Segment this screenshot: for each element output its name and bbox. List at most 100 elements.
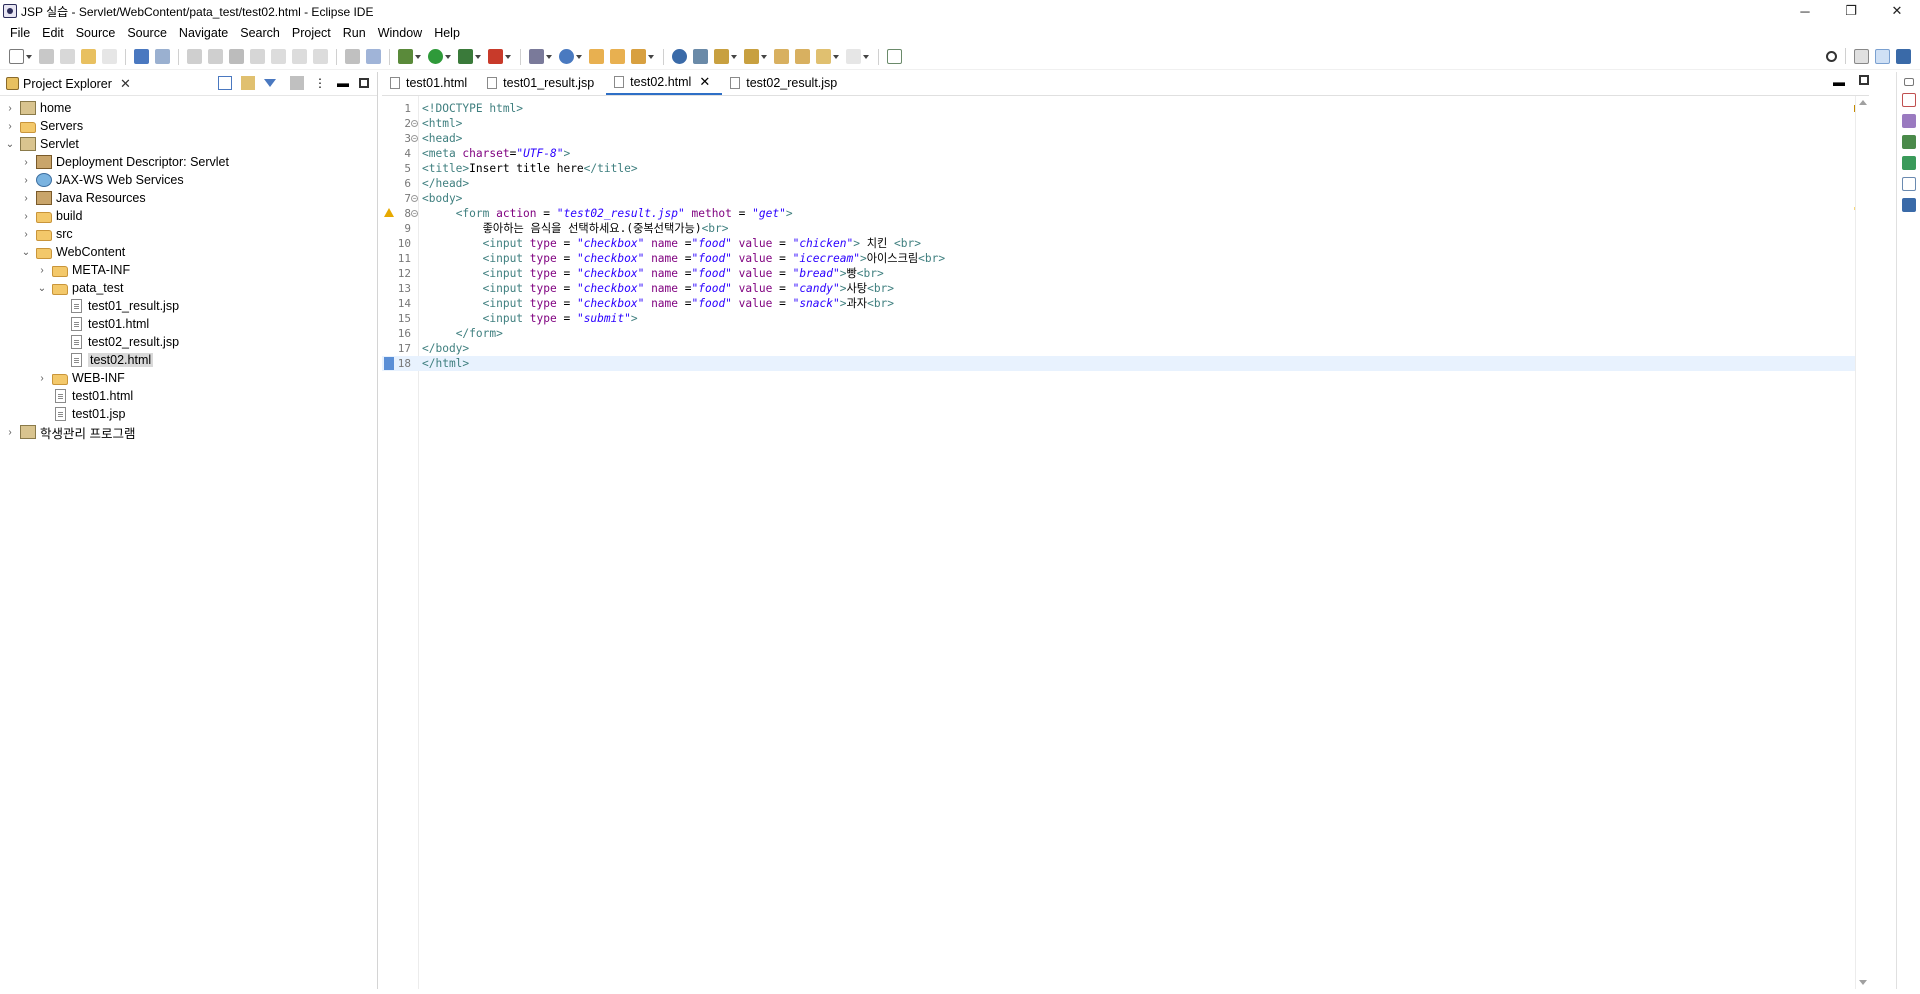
tab-test02-html[interactable]: test02.html ✕ xyxy=(606,71,723,95)
web-browser-icon[interactable] xyxy=(672,49,687,64)
menu-run[interactable]: Run xyxy=(337,26,372,40)
code-line[interactable]: 17 </body> xyxy=(382,341,1869,356)
expanded-chevron-icon[interactable]: ⌄ xyxy=(20,246,32,258)
code-line[interactable]: 2− <html> xyxy=(382,116,1869,131)
undo-icon[interactable] xyxy=(81,49,96,64)
filter-icon[interactable] xyxy=(264,79,276,87)
code-line[interactable]: 4 <meta charset="UTF-8"> xyxy=(382,146,1869,161)
last-edit-icon[interactable] xyxy=(774,49,789,64)
step-over-icon[interactable] xyxy=(292,49,307,64)
menu-project[interactable]: Project xyxy=(286,26,337,40)
open-perspective-icon[interactable] xyxy=(1854,48,1869,64)
drop-to-frame-icon[interactable] xyxy=(345,49,360,64)
code-line[interactable]: 9 좋아하는 음식을 선택하세요.(중복선택가능)<br> xyxy=(382,221,1869,236)
maximize-button[interactable]: ❐ xyxy=(1828,0,1874,22)
minimize-editor-icon[interactable]: ▬ xyxy=(1833,75,1845,89)
fold-toggle-icon[interactable]: − xyxy=(411,210,418,217)
code-line[interactable]: 13 <input type = "checkbox" name ="food"… xyxy=(382,281,1869,296)
menu-window[interactable]: Window xyxy=(372,26,428,40)
tree-item[interactable]: › WEB-INF xyxy=(0,369,377,387)
tree-item[interactable]: test01.html xyxy=(0,387,377,405)
tree-item[interactable]: test02_result.jsp xyxy=(0,333,377,351)
collapsed-chevron-icon[interactable]: › xyxy=(20,156,32,168)
close-tab-icon[interactable]: ✕ xyxy=(699,74,710,90)
tree-item[interactable]: test02.html xyxy=(0,351,377,369)
tab-test02-result-jsp[interactable]: test02_result.jsp xyxy=(722,71,849,95)
close-view-icon[interactable]: ✕ xyxy=(120,76,131,92)
back-icon[interactable] xyxy=(795,49,810,64)
collapsed-chevron-icon[interactable]: › xyxy=(36,264,48,276)
code-line[interactable]: 8− <form action = "test02_result.jsp" me… xyxy=(382,206,1869,221)
tree-item[interactable]: ⌄ Servlet xyxy=(0,135,377,153)
step-into-icon[interactable] xyxy=(271,49,286,64)
tree-item[interactable]: › build xyxy=(0,207,377,225)
fold-toggle-icon[interactable]: − xyxy=(411,120,418,127)
back-arrow-icon[interactable] xyxy=(816,49,831,64)
collapsed-chevron-icon[interactable]: › xyxy=(4,120,16,132)
data-source-icon[interactable] xyxy=(1901,156,1916,170)
open-type-icon[interactable] xyxy=(589,49,604,64)
code-line[interactable]: 3− <head> xyxy=(382,131,1869,146)
tree-item[interactable]: › home xyxy=(0,99,377,117)
tree-item[interactable]: test01.html xyxy=(0,315,377,333)
menu-source-2[interactable]: Source xyxy=(121,26,173,40)
terminal-icon[interactable] xyxy=(134,49,149,64)
coverage-icon[interactable] xyxy=(458,49,473,64)
tree-item[interactable]: › META-INF xyxy=(0,261,377,279)
collapsed-chevron-icon[interactable]: › xyxy=(4,426,16,438)
vertical-scrollbar[interactable] xyxy=(1855,96,1869,989)
servers-view-icon[interactable] xyxy=(1901,135,1916,149)
tree-item[interactable]: › 학생관리 프로그램 xyxy=(0,423,377,441)
tab-test01-html[interactable]: test01.html xyxy=(382,71,479,95)
collapsed-chevron-icon[interactable]: › xyxy=(20,228,32,240)
fold-toggle-icon[interactable]: − xyxy=(411,135,418,142)
code-line[interactable]: 7− <body> xyxy=(382,191,1869,206)
code-line[interactable]: 16 </form> xyxy=(382,326,1869,341)
scroll-up-arrow-icon[interactable] xyxy=(1859,100,1867,105)
search-icon[interactable] xyxy=(1826,50,1837,62)
task-list-icon[interactable] xyxy=(1901,114,1916,128)
outline-view-icon[interactable] xyxy=(1901,93,1916,107)
new-file-icon[interactable] xyxy=(9,49,24,64)
tree-item[interactable]: › Java Resources xyxy=(0,189,377,207)
close-button[interactable]: ✕ xyxy=(1874,0,1920,22)
debug-icon[interactable] xyxy=(398,49,413,64)
collapsed-chevron-icon[interactable]: › xyxy=(20,210,32,222)
menu-edit[interactable]: Edit xyxy=(36,26,70,40)
tree-item[interactable]: › Servers xyxy=(0,117,377,135)
tree-item[interactable]: test01_result.jsp xyxy=(0,297,377,315)
tree-item[interactable]: test01.jsp xyxy=(0,405,377,423)
console-view-icon[interactable] xyxy=(1901,198,1916,212)
open-task-icon[interactable] xyxy=(610,49,625,64)
properties-view-icon[interactable] xyxy=(1901,177,1916,191)
tree-item[interactable]: › Deployment Descriptor: Servlet xyxy=(0,153,377,171)
run-icon[interactable] xyxy=(428,49,443,64)
code-line[interactable]: 15 <input type = "submit"> xyxy=(382,311,1869,326)
collapsed-chevron-icon[interactable]: › xyxy=(20,192,32,204)
maximize-editor-icon[interactable] xyxy=(1859,75,1869,85)
minimize-button[interactable]: ─ xyxy=(1782,0,1828,22)
code-line[interactable]: 10 <input type = "checkbox" name ="food"… xyxy=(382,236,1869,251)
search-tool-icon[interactable] xyxy=(631,49,646,64)
focus-icon[interactable] xyxy=(290,76,304,90)
skip-breakpoints-icon[interactable] xyxy=(155,49,170,64)
next-annotation-icon[interactable] xyxy=(714,49,729,64)
expanded-chevron-icon[interactable]: ⌄ xyxy=(4,138,16,150)
menu-source[interactable]: Source xyxy=(70,26,122,40)
code-line[interactable]: 14 <input type = "checkbox" name ="food"… xyxy=(382,296,1869,311)
step-return-icon[interactable] xyxy=(313,49,328,64)
minimize-view-icon[interactable]: ▬ xyxy=(336,76,350,90)
code-line[interactable]: 18 </html> xyxy=(382,356,1869,371)
tree-item[interactable]: › src xyxy=(0,225,377,243)
project-explorer-tab[interactable]: Project Explorer ✕ xyxy=(0,72,137,96)
new-java-class-icon[interactable] xyxy=(559,49,574,64)
tree-item[interactable]: ⌄ pata_test xyxy=(0,279,377,297)
new-server-icon[interactable] xyxy=(529,49,544,64)
previous-annotation-icon[interactable] xyxy=(744,49,759,64)
pin-editor-icon[interactable] xyxy=(887,49,902,64)
suspend-icon[interactable] xyxy=(208,49,223,64)
save-icon[interactable] xyxy=(39,49,54,64)
tab-test01-result-jsp[interactable]: test01_result.jsp xyxy=(479,71,606,95)
external-tools-icon[interactable] xyxy=(488,49,503,64)
annotation-icon[interactable] xyxy=(693,49,708,64)
